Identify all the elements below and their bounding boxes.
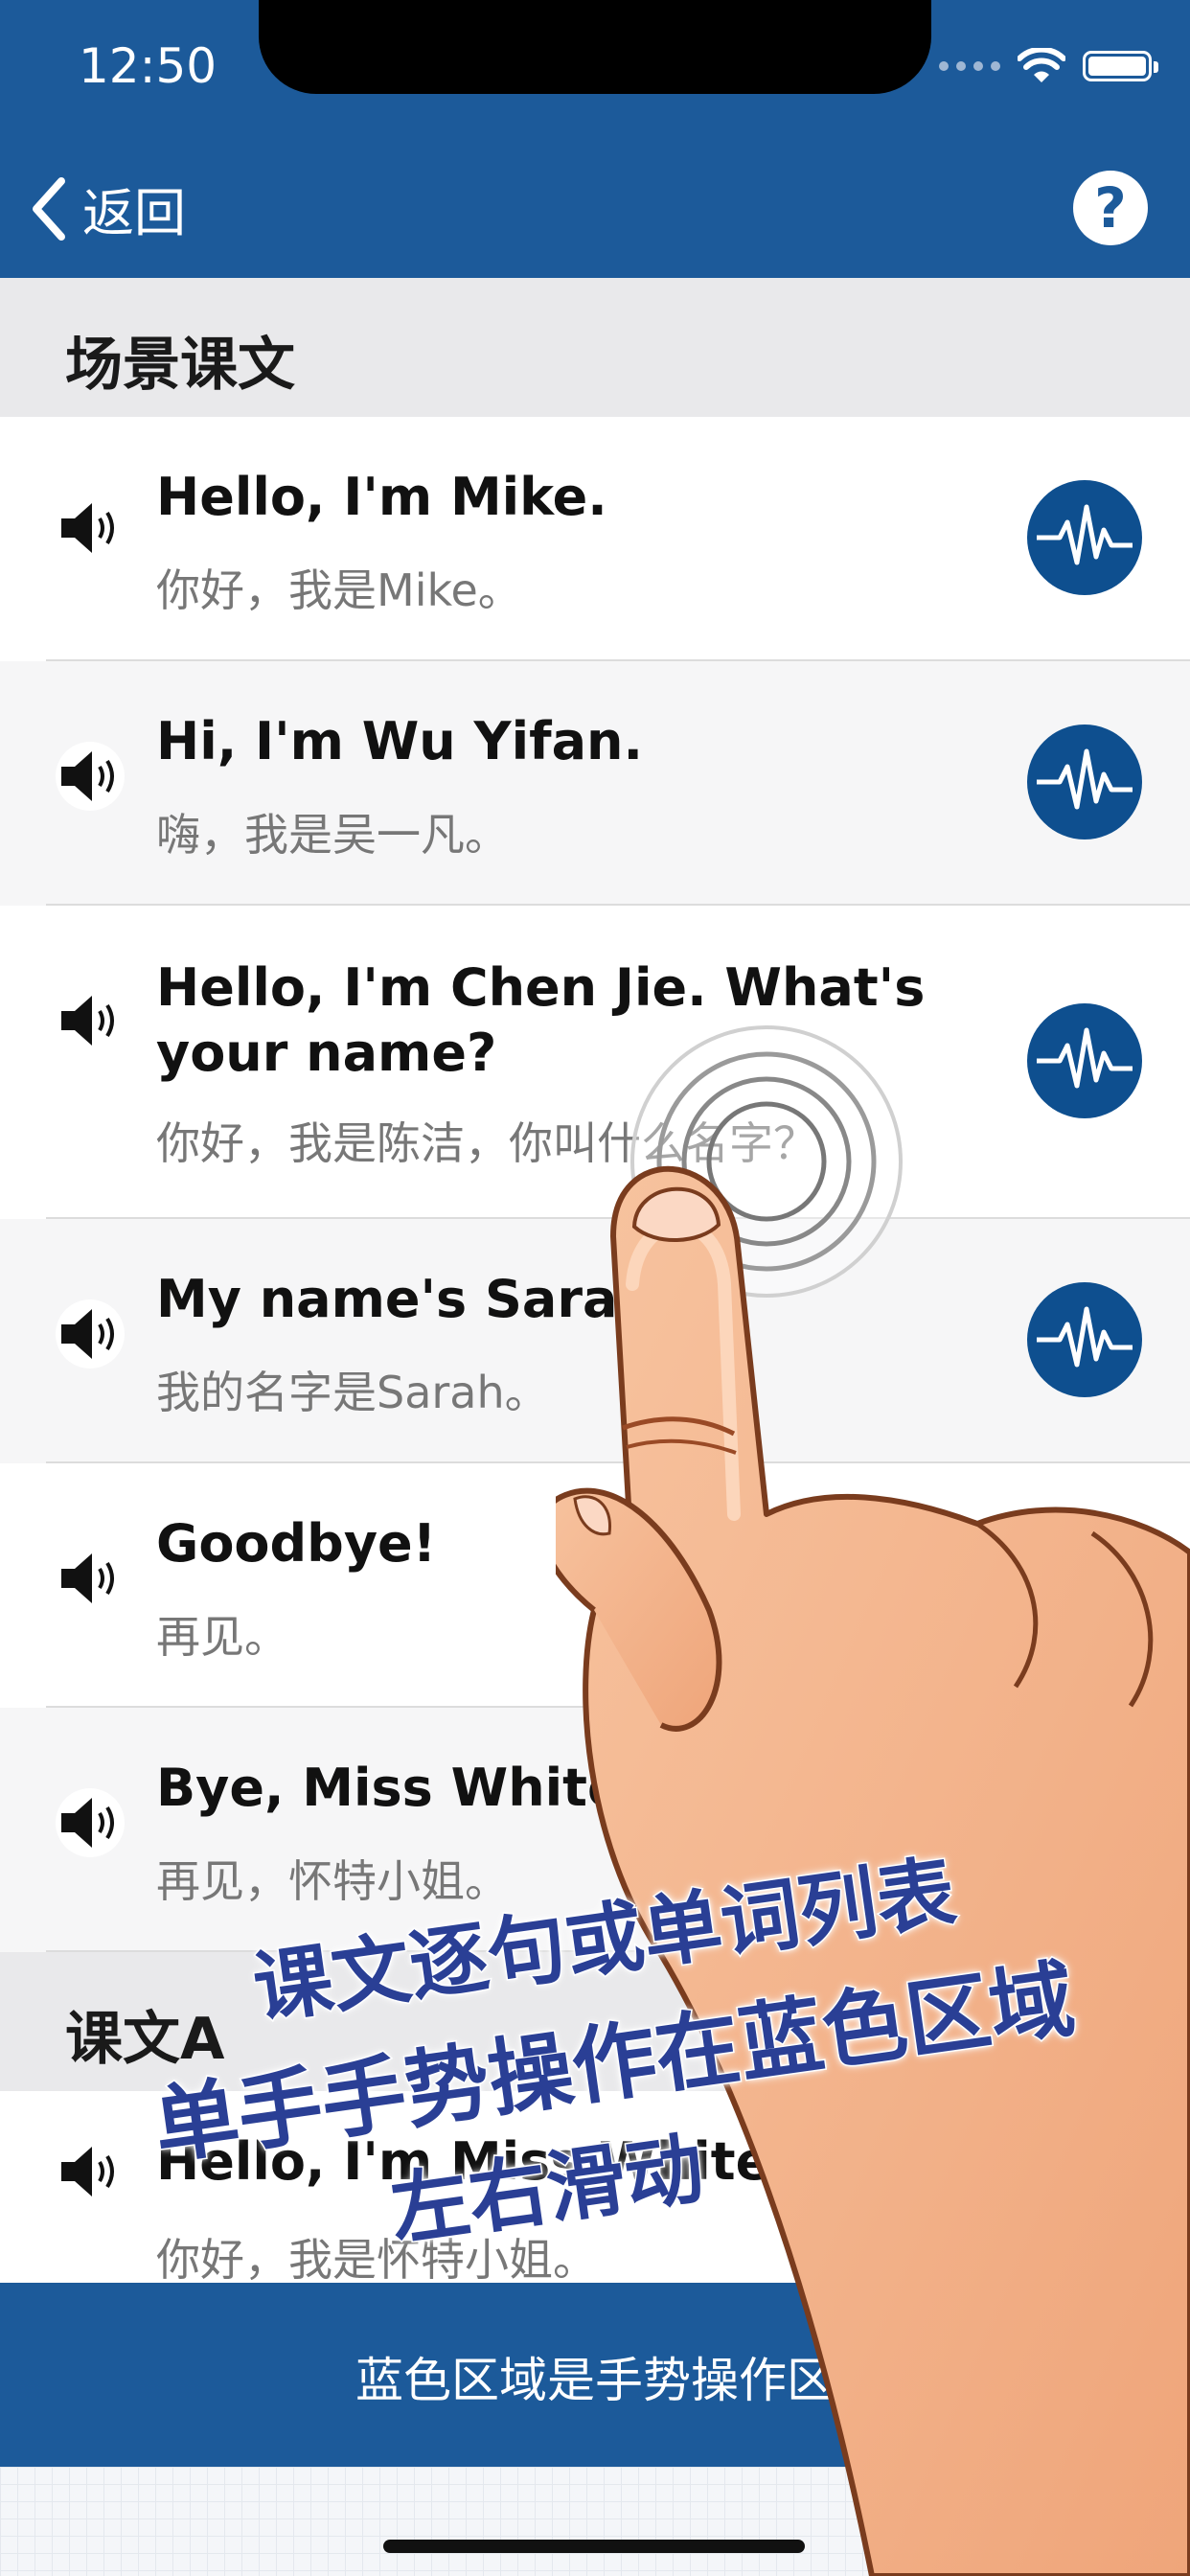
list-item[interactable]: Hello, I'm Mike. 你好，我是Mike。	[0, 417, 1190, 661]
section-title: 场景课文	[65, 332, 295, 399]
help-button[interactable]: ?	[1073, 171, 1148, 245]
sentence-chinese: 嗨，我是吴一凡。	[156, 809, 509, 861]
signal-icon	[939, 61, 1000, 71]
record-button[interactable]	[1027, 480, 1142, 595]
speaker-icon[interactable]	[56, 1788, 125, 1857]
speaker-icon[interactable]	[56, 1300, 125, 1368]
record-button[interactable]	[1027, 1003, 1142, 1118]
speaker-icon[interactable]	[56, 1544, 125, 1613]
battery-icon	[1083, 51, 1158, 81]
waveform-icon	[1037, 1027, 1133, 1089]
app-screen: 12:50 返回 ? 场景课文 Hello, I'm Mike. 你好，我是Mi…	[0, 0, 1190, 2576]
sentence-chinese: 我的名字是Sarah。	[156, 1367, 549, 1418]
wifi-icon	[1018, 48, 1065, 82]
list-item[interactable]: Hi, I'm Wu Yifan. 嗨，我是吴一凡。	[0, 661, 1190, 906]
speaker-icon[interactable]	[56, 986, 125, 1055]
chevron-left-icon	[33, 176, 65, 241]
status-time: 12:50	[79, 38, 217, 94]
device-notch	[259, 0, 931, 94]
sentence-chinese: 你好，我是Mike。	[156, 564, 522, 616]
navigation-bar: 12:50 返回 ?	[0, 0, 1190, 278]
speaker-icon[interactable]	[56, 742, 125, 811]
sentence-english: Hello, I'm Mike.	[156, 467, 607, 527]
waveform-icon	[1037, 748, 1133, 810]
back-button[interactable]: 返回	[27, 171, 186, 246]
sentence-english: Hi, I'm Wu Yifan.	[156, 711, 644, 771]
sentence-chinese: 再见。	[156, 1611, 288, 1663]
speaker-icon[interactable]	[56, 494, 125, 563]
status-icons	[939, 48, 1158, 84]
waveform-icon	[1037, 504, 1133, 565]
back-label: 返回	[82, 183, 186, 243]
section-header: 场景课文	[0, 278, 1190, 417]
record-button[interactable]	[1027, 724, 1142, 840]
